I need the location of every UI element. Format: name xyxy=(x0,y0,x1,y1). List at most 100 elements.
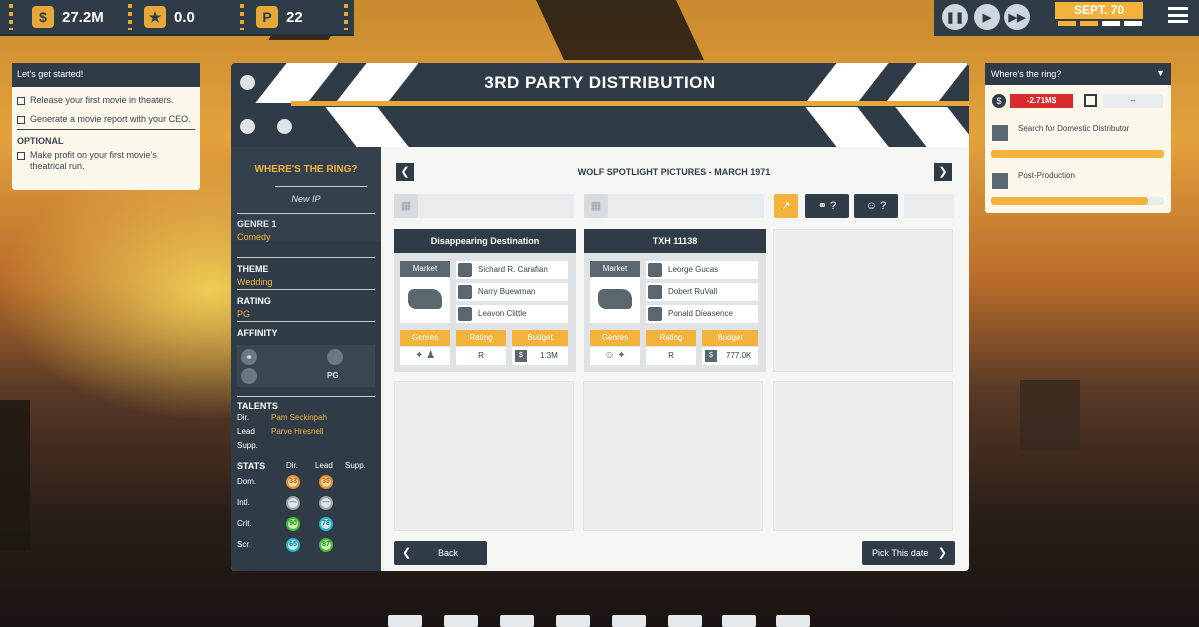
talent-name[interactable]: Pam Seckinpah xyxy=(271,413,327,422)
distributor-title: WOLF SPOTLIGHT PICTURES - MARCH 1971 xyxy=(577,167,771,177)
card-title: Disappearing Destination xyxy=(394,229,576,253)
back-button[interactable]: ❮ Back xyxy=(394,541,487,565)
rings-icon: ⚭ xyxy=(241,349,257,365)
rating-stat[interactable]: ★ 0.0 xyxy=(144,0,195,34)
next-button[interactable]: ❯ xyxy=(934,163,952,181)
star-icon: ★ xyxy=(144,6,166,28)
date-progress-segment xyxy=(1058,21,1076,26)
stat-dir-crit: 90 xyxy=(286,517,300,531)
person-icon xyxy=(458,285,472,299)
us-map-icon xyxy=(400,277,450,323)
dock-button[interactable] xyxy=(388,615,422,627)
pause-icon: ❚❚ xyxy=(945,11,965,24)
dock-button[interactable] xyxy=(556,615,590,627)
tutorial-task[interactable]: Make profit on your first movie's theatr… xyxy=(12,146,200,172)
chevron-left-icon: ❮ xyxy=(402,547,412,559)
empty-slot xyxy=(773,381,953,531)
pause-button[interactable]: ❚❚ xyxy=(942,4,968,30)
movie-title: WHERE'S THE RING? xyxy=(254,164,358,175)
comedy-icon xyxy=(241,368,257,384)
calendar-icon xyxy=(1084,94,1097,107)
task-checkbox[interactable] xyxy=(17,116,25,124)
task-checkbox[interactable] xyxy=(17,97,25,105)
clapper-accent-bar xyxy=(291,101,969,106)
empty-slot xyxy=(394,381,574,531)
dollar-icon: $ xyxy=(705,350,717,362)
genre-value: Comedy xyxy=(237,232,271,242)
group-icon xyxy=(648,307,662,321)
optional-label: OPTIONAL xyxy=(17,129,195,146)
chevron-right-icon: ❯ xyxy=(938,166,948,178)
comedy-icon: ☺ ? xyxy=(865,200,887,212)
background-truss xyxy=(536,0,704,60)
money-stat[interactable]: $27.2M xyxy=(32,0,104,34)
talent-role: Supp. xyxy=(237,441,258,450)
start-date-field[interactable] xyxy=(394,194,574,218)
task-checkbox[interactable] xyxy=(17,152,25,160)
talent-chip-director[interactable]: Leorge Gucas xyxy=(646,261,758,279)
director-icon xyxy=(458,263,472,277)
stat-dir-intl: — xyxy=(286,496,300,510)
dollar-icon: $ xyxy=(515,350,527,362)
talent-chip-lead[interactable]: Narry Buewman xyxy=(456,283,568,301)
talent-name[interactable]: Parve Hresnell xyxy=(271,427,323,436)
points-icon: P xyxy=(256,6,278,28)
dock-button[interactable] xyxy=(776,615,810,627)
tutorial-title: Let's get started! xyxy=(12,63,200,87)
market-label: Market xyxy=(590,261,640,277)
task-progress xyxy=(991,150,1164,158)
tutorial-task[interactable]: Generate a movie report with your CEO. xyxy=(12,110,200,125)
chart-filter-icon[interactable]: ↗ xyxy=(774,194,798,218)
talent-chip-support[interactable]: Leavon Clittle xyxy=(456,305,568,323)
dock-button[interactable] xyxy=(612,615,646,627)
stat-col: Dir. xyxy=(286,461,298,470)
dock-button[interactable] xyxy=(668,615,702,627)
project-title[interactable]: Where's the ring? ▼ xyxy=(985,63,1171,85)
stat-lead-intl: — xyxy=(319,496,333,510)
stat-col: Lead xyxy=(315,461,333,470)
end-date-field[interactable] xyxy=(584,194,764,218)
ip-label: New IP xyxy=(291,194,321,204)
talent-role: Dir. xyxy=(237,413,249,422)
genre-icons: ☺ ✦ xyxy=(590,347,640,365)
competitor-movie-card[interactable]: Disappearing Destination Market Sichard … xyxy=(394,229,576,372)
rating-label: Rating xyxy=(456,330,506,346)
calendar-icon: ▦ xyxy=(394,194,418,218)
budget-label: Budget xyxy=(702,330,758,346)
competitor-movie-card[interactable]: TXH 11138 Market Leorge Gucas Dobert RuV… xyxy=(584,229,766,372)
talent-chip-director[interactable]: Sichard R. Carafian xyxy=(456,261,568,279)
talent-chip-support[interactable]: Ponald Dieasence xyxy=(646,305,758,323)
hamburger-menu-icon[interactable] xyxy=(1168,7,1188,23)
rating-filter-field[interactable] xyxy=(904,194,954,218)
divider xyxy=(237,257,375,258)
chevron-down-icon[interactable]: ▼ xyxy=(1156,68,1165,78)
affinity-label: AFFINITY xyxy=(237,328,278,338)
task-progress-fill xyxy=(991,197,1149,205)
genre-filter-button[interactable]: ☺ ? xyxy=(854,194,898,218)
points-stat[interactable]: P 22 xyxy=(256,0,303,34)
movie-summary-panel: WHERE'S THE RING? New IP GENRE 1 Comedy … xyxy=(231,147,381,571)
previous-button[interactable]: ❮ xyxy=(396,163,414,181)
theme-label: THEME xyxy=(237,264,269,274)
genres-label: Genres xyxy=(400,330,450,346)
pick-date-button[interactable]: Pick This date ❯ xyxy=(862,541,955,565)
budget-label: Budget xyxy=(512,330,568,346)
play-button[interactable]: ▶ xyxy=(974,4,1000,30)
divider xyxy=(237,396,375,397)
project-cost: -2.71M$ xyxy=(1010,94,1073,108)
talent-chip-lead[interactable]: Dobert RuVall xyxy=(646,283,758,301)
chevron-right-icon: ❯ xyxy=(937,547,947,559)
dock-button[interactable] xyxy=(444,615,478,627)
dock-button[interactable] xyxy=(500,615,534,627)
theme-filter-button[interactable]: ⚭ ? xyxy=(805,194,849,218)
rating-label: Rating xyxy=(646,330,696,346)
tutorial-task[interactable]: Release your first movie in theaters. xyxy=(12,91,200,106)
rings-icon: ⚭ ? xyxy=(817,200,837,212)
empty-slot xyxy=(583,381,763,531)
theme-value: Wedding xyxy=(237,277,273,287)
genre-icons: ✦ ♟ xyxy=(400,347,450,365)
dock-button[interactable] xyxy=(722,615,756,627)
fast-forward-button[interactable]: ▶▶ xyxy=(1004,4,1030,30)
genres-label: Genres xyxy=(590,330,640,346)
date-progress-segment xyxy=(1102,21,1120,26)
